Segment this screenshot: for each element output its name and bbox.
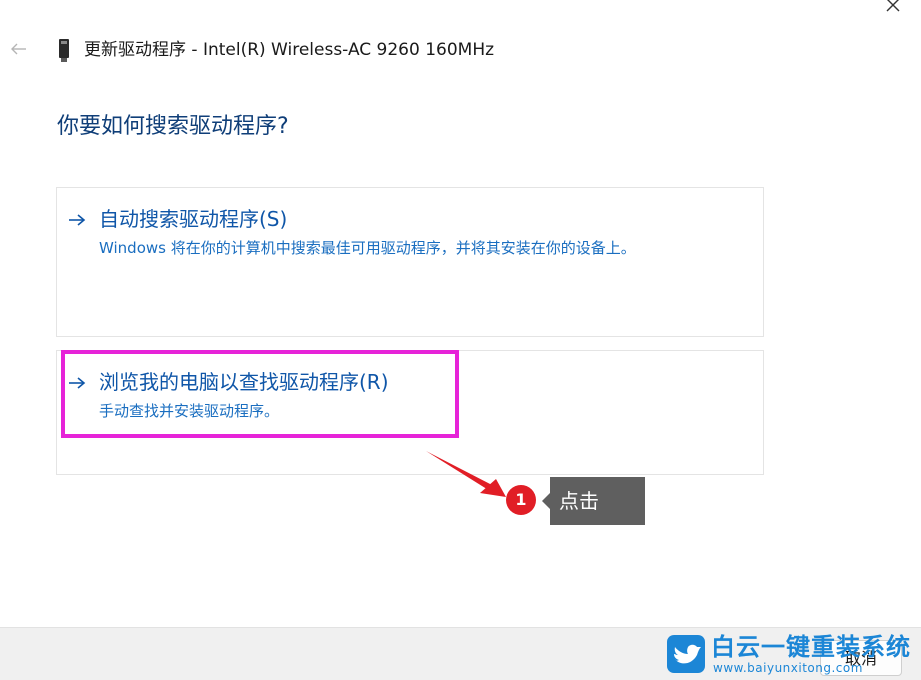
page-heading: 你要如何搜索驱动程序? <box>57 114 289 139</box>
step-badge: 1 <box>506 485 536 515</box>
close-button[interactable] <box>878 0 908 20</box>
option-auto-search[interactable]: 自动搜索驱动程序(S) Windows 将在你的计算机中搜索最佳可用驱动程序，并… <box>56 187 764 337</box>
close-icon <box>886 0 900 12</box>
wireless-adapter-icon <box>58 39 70 63</box>
option-browse-computer[interactable]: 浏览我的电脑以查找驱动程序(R) 手动查找并安装驱动程序。 <box>56 350 764 475</box>
option-browse-computer-description: 手动查找并安装驱动程序。 <box>99 402 280 420</box>
option-browse-computer-title: 浏览我的电脑以查找驱动程序(R) <box>99 370 389 394</box>
back-arrow-icon <box>11 43 26 55</box>
annotation-arrow-icon <box>426 451 506 497</box>
tooltip-pointer <box>542 493 550 509</box>
window-title: 更新驱动程序 - Intel(R) Wireless-AC 9260 160MH… <box>84 40 495 60</box>
option-auto-search-description: Windows 将在你的计算机中搜索最佳可用驱动程序，并将其安装在你的设备上。 <box>99 239 636 257</box>
click-tooltip: 点击 <box>550 477 645 525</box>
back-button[interactable] <box>8 38 30 60</box>
cancel-button[interactable]: 取消 <box>820 640 902 676</box>
right-arrow-icon <box>69 214 86 226</box>
footer-bar <box>0 627 921 680</box>
right-arrow-icon <box>69 377 86 389</box>
option-auto-search-title: 自动搜索驱动程序(S) <box>99 207 288 231</box>
